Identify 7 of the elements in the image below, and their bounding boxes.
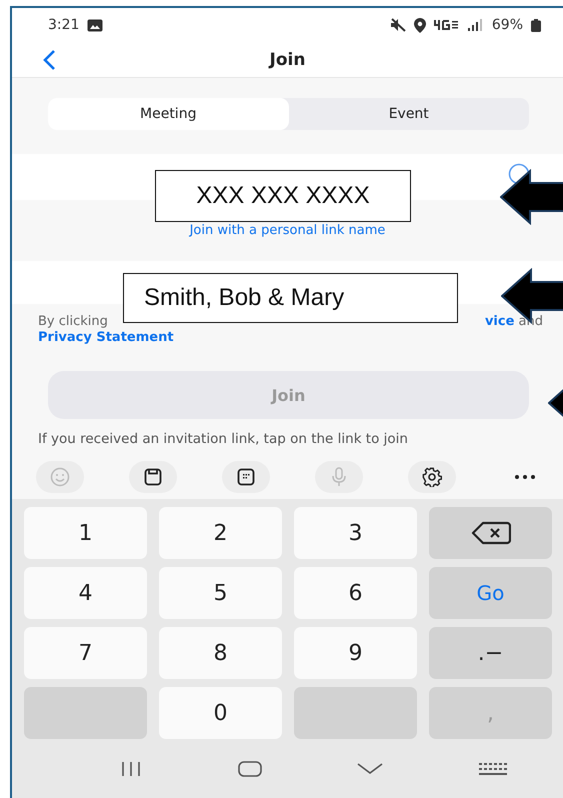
disclaimer-text: By clicking: [38, 314, 108, 330]
hint-text: If you received an invitation link, tap on the link to join: [38, 431, 408, 446]
annotation-tooltip: XXX XXX XXXX: [155, 170, 411, 222]
annotation-tooltip: Smith, Bob & Mary: [123, 273, 458, 323]
battery-percent: 69%: [492, 17, 523, 33]
status-time: 3:21: [48, 17, 80, 33]
screen-title: Join: [270, 50, 306, 70]
